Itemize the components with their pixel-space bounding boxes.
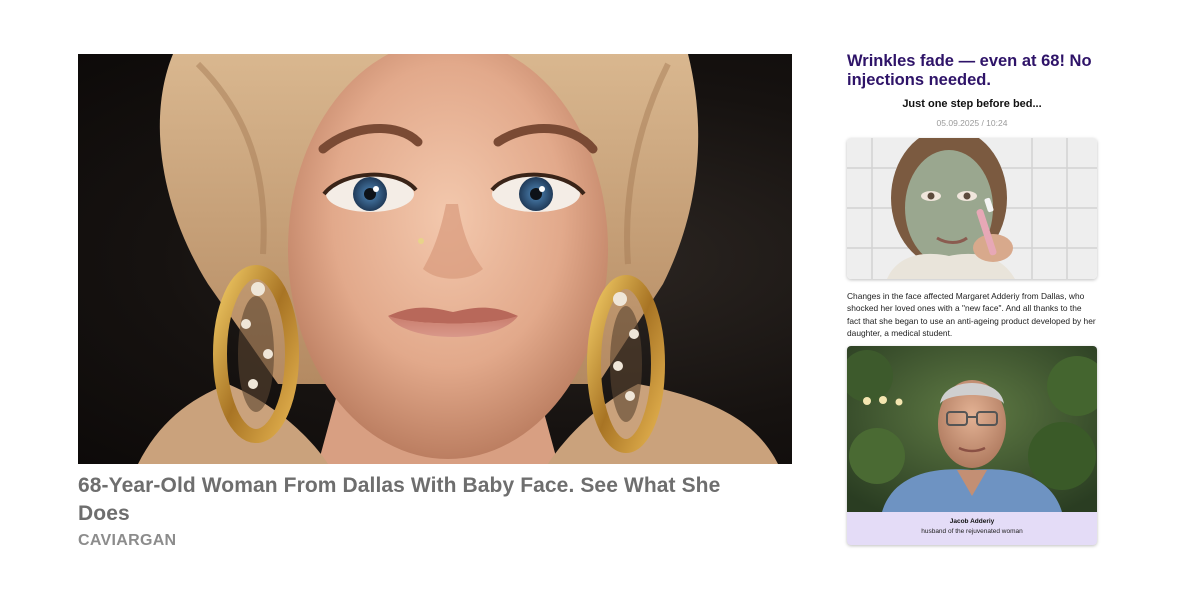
ad-hero-image[interactable] <box>78 54 792 464</box>
article-panel: Wrinkles fade — even at 68! No injection… <box>847 52 1097 546</box>
caption-name: Jacob Adderiy <box>949 518 995 526</box>
husband-photo <box>847 346 1097 513</box>
article-date: 05.09.2025 / 10:24 <box>936 118 1008 128</box>
sponsored-ad[interactable]: 68-Year-Old Woman From Dallas With Baby … <box>78 54 792 550</box>
photo-caption: Jacob Adderiy husband of the rejuvenated… <box>847 512 1097 545</box>
article-headline: Wrinkles fade — even at 68! No injection… <box>847 52 1092 89</box>
caption-role: husband of the rejuvenated woman <box>921 528 1023 536</box>
face-mask-photo <box>847 138 1097 279</box>
woman-portrait-image <box>138 54 778 464</box>
husband-card: Jacob Adderiy husband of the rejuvenated… <box>847 346 1097 546</box>
article-body: Changes in the face affected Margaret Ad… <box>847 291 1096 338</box>
article-subheadline: Just one step before bed... <box>902 98 1042 110</box>
ad-title[interactable]: 68-Year-Old Woman From Dallas With Baby … <box>78 472 778 528</box>
ad-brand[interactable]: CAVIARGAN <box>78 532 792 550</box>
